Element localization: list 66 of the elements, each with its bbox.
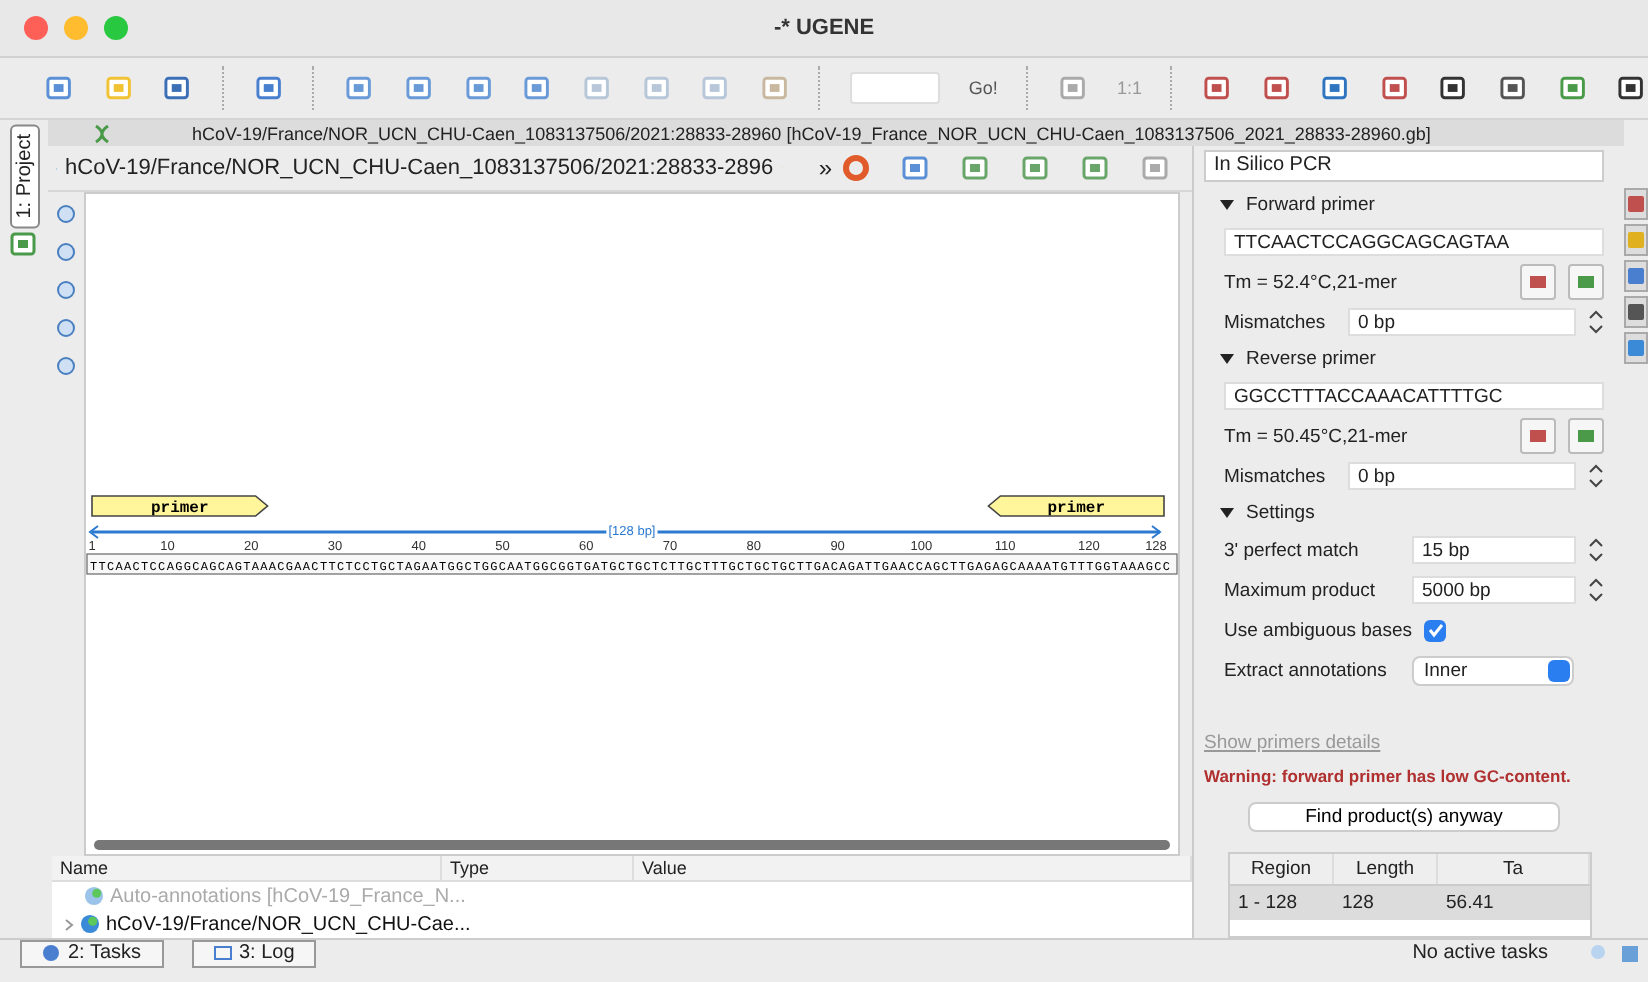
primer-sequence-field[interactable]: GGCCTTTACCAAACATTTTGC	[1224, 382, 1604, 410]
result-row[interactable]: 1 - 128 128 56.41	[1230, 886, 1590, 920]
column-header[interactable]: Length	[1334, 854, 1438, 884]
document-icon[interactable]	[522, 72, 554, 104]
sequence-name: hCoV-19/France/NOR_UCN_CHU-Caen_1083137506/2021:28833-2896	[65, 156, 774, 180]
document-icon[interactable]	[581, 72, 614, 104]
forward-primer-arrow[interactable]: primer	[91, 494, 269, 517]
spinner-arrows-icon[interactable]	[1588, 462, 1604, 490]
bottom-tab[interactable]: 3: Log	[191, 939, 317, 967]
tree-item[interactable]: hCoV-19/France/NOR_UCN_CHU-Cae...	[106, 913, 471, 935]
field-label: Maximum product	[1224, 579, 1377, 601]
go-button[interactable]: Go!	[968, 78, 998, 98]
status-text: No active tasks	[1412, 942, 1550, 964]
extract-dropdown[interactable]: Inner	[1412, 655, 1574, 685]
tm-label: Tm = 52.4°C,21-mer	[1224, 271, 1399, 293]
spinner-arrows-icon[interactable]	[1588, 308, 1604, 336]
column-header[interactable]: Value	[634, 856, 1192, 880]
helix-icon	[92, 123, 112, 143]
side-tab-icon[interactable]	[1624, 332, 1648, 364]
circular-view-icon[interactable]	[840, 152, 872, 184]
side-tab-icon[interactable]	[1624, 296, 1648, 328]
primer-sequence-field[interactable]: TTCAACTCCAGGCAGCAGTAA	[1224, 228, 1604, 256]
section-heading: Forward primer	[1246, 194, 1375, 216]
checkbox[interactable]	[1424, 619, 1446, 641]
find-products-button[interactable]: Find product(s) anyway	[1247, 802, 1561, 832]
document-icon[interactable]	[700, 72, 732, 104]
disclosure-triangle-icon[interactable]	[1220, 199, 1234, 211]
field-label: Mismatches	[1224, 465, 1328, 487]
document-icon[interactable]	[641, 72, 673, 104]
mismatches-field[interactable]: 0 bp	[1348, 308, 1576, 336]
close-icon[interactable]	[24, 16, 48, 40]
bottom-tab[interactable]: 2: Tasks	[20, 939, 163, 967]
field-label: 3' perfect match	[1224, 539, 1361, 561]
column-header[interactable]: Name	[52, 856, 442, 880]
scrollbar[interactable]	[94, 840, 1170, 850]
field-label: Extract annotations	[1224, 659, 1389, 681]
field-label: Mismatches	[1224, 311, 1328, 333]
search-field[interactable]	[850, 72, 941, 104]
side-tab-icon[interactable]	[1624, 260, 1648, 292]
max-product-field[interactable]: 5000 bp	[1412, 576, 1576, 604]
spinner-arrows-icon[interactable]	[1588, 536, 1604, 564]
panel-title: In Silico PCR	[1204, 150, 1604, 182]
disclosure-triangle-icon[interactable]	[1220, 507, 1234, 519]
field-label: Use ambiguous bases	[1224, 619, 1412, 641]
spinner-arrows-icon[interactable]	[1588, 576, 1604, 604]
new-document-icon[interactable]	[44, 72, 76, 104]
overflow-button[interactable]: »	[818, 154, 832, 182]
side-tab-icon[interactable]	[1624, 188, 1648, 220]
column-header[interactable]: Region	[1230, 854, 1334, 884]
document-icon[interactable]	[344, 72, 377, 104]
column-header[interactable]: Ta	[1438, 854, 1590, 884]
tm-label: Tm = 50.45°C,21-mer	[1224, 425, 1410, 447]
document-icon[interactable]	[404, 72, 436, 104]
warning-text: Warning: forward primer has low GC-content.	[1204, 766, 1571, 786]
document-title: hCoV-19/France/NOR_UCN_CHU-Caen_1083137506/2021:28833-28960 [hCoV-19_France_NOR_UCN_CHU-Caen_1083137506_2021_28833-28960.gb]	[192, 123, 1431, 143]
disclosure-triangle-icon[interactable]	[1220, 353, 1234, 365]
reverse-primer-arrow[interactable]: primer	[987, 494, 1165, 517]
document-icon[interactable]	[463, 72, 495, 104]
project-tab[interactable]: 1: Project	[9, 124, 39, 229]
column-header[interactable]: Type	[442, 856, 634, 880]
window-title: -* UGENE	[773, 16, 875, 40]
mismatches-field[interactable]: 0 bp	[1348, 462, 1576, 490]
section-heading: Settings	[1246, 502, 1315, 524]
section-heading: Reverse primer	[1246, 348, 1376, 370]
perfect-match-field[interactable]: 15 bp	[1412, 536, 1576, 564]
chevron-icon[interactable]	[64, 917, 74, 931]
